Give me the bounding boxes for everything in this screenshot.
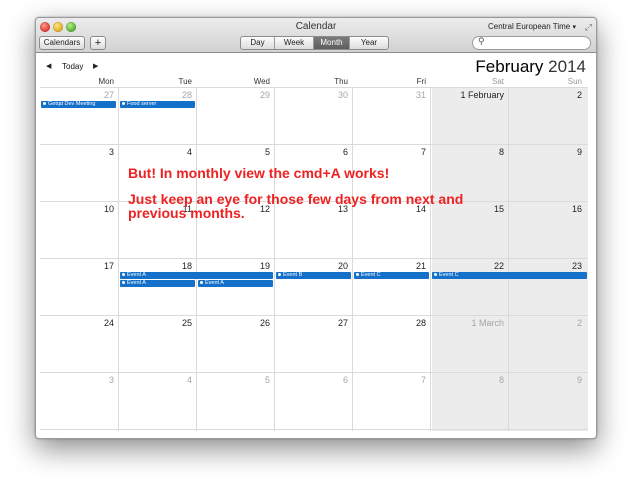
chevron-down-icon: ▾ [572,24,576,31]
event-a-wed[interactable]: Event A [198,280,273,287]
view-switcher: Day Week Month Year [240,36,389,50]
day-number[interactable]: 29 [196,90,270,100]
weekday-header-wed: Wed [253,77,270,86]
weekday-header-thu: Thu [334,77,348,86]
month-navigation: ◀ Today ▶ February 2014 [36,53,596,77]
calendar-window: Calendar Central European Time ▾ ⤢ Calen… [35,17,597,439]
grid-divider [40,315,588,316]
day-number[interactable]: 8 [430,147,504,157]
day-number[interactable]: 4 [118,147,192,157]
event-c-thu[interactable]: Event C [354,272,429,279]
day-number[interactable]: 20 [274,261,348,271]
grid-divider [40,429,588,430]
tab-week[interactable]: Week [275,37,314,49]
event-b[interactable]: Event B [276,272,351,279]
day-number[interactable]: 28 [352,318,426,328]
year-label: 2014 [548,57,586,76]
timezone-label: Central European Time [487,22,571,31]
event-c-weekend[interactable]: Event C [432,272,587,279]
day-number[interactable]: 9 [508,147,582,157]
grid-divider [40,144,588,145]
grid-divider [40,87,588,88]
timezone-selector[interactable]: Central European Time ▾ [488,22,576,31]
day-number[interactable]: 3 [40,375,114,385]
event-a-tue[interactable]: Event A [120,280,195,287]
fullscreen-icon[interactable]: ⤢ [585,22,592,33]
search-field[interactable]: ⚲ [472,36,591,50]
add-calendar-button[interactable]: + [90,36,106,50]
today-button[interactable]: Today [62,62,83,71]
day-number[interactable]: 9 [508,375,582,385]
day-number[interactable]: 27 [274,318,348,328]
grid-divider [40,258,588,259]
month-name: February [475,57,544,76]
day-number[interactable]: 21 [352,261,426,271]
day-number[interactable]: 5 [196,375,270,385]
day-number[interactable]: 24 [40,318,114,328]
day-number[interactable]: 18 [118,261,192,271]
day-number[interactable]: 26 [196,318,270,328]
day-number[interactable]: 2 [508,318,582,328]
day-number[interactable]: 19 [196,261,270,271]
day-number[interactable]: 23 [508,261,582,271]
next-month-button[interactable]: ▶ [93,62,98,70]
event-food-server[interactable]: Food server [120,101,195,108]
month-title: February 2014 [475,57,586,77]
day-number[interactable]: 5 [196,147,270,157]
tab-month[interactable]: Month [314,37,350,49]
titlebar: Calendar Central European Time ▾ ⤢ Calen… [36,18,596,53]
tab-day[interactable]: Day [241,37,275,49]
weekday-header-fri: Fri [416,77,426,86]
previous-month-button[interactable]: ◀ [46,62,51,70]
weekday-header-sat: Sat [491,77,504,86]
day-number[interactable]: 1 February [430,90,504,100]
day-number[interactable]: 1 March [430,318,504,328]
grid-divider [40,372,588,373]
event-a-multiday[interactable]: Event A [120,272,273,279]
day-number[interactable]: 17 [40,261,114,271]
day-number[interactable]: 30 [274,90,348,100]
day-number[interactable]: 10 [40,204,114,214]
day-number[interactable]: 28 [118,90,192,100]
calendars-button[interactable]: Calendars [39,36,85,50]
annotation-line-1: But! In monthly view the cmd+A works! [128,165,390,181]
day-number[interactable]: 6 [274,375,348,385]
day-number[interactable]: 2 [508,90,582,100]
day-number[interactable]: 25 [118,318,192,328]
annotation-line-2: Just keep an eye for those few days from… [128,191,464,221]
day-number[interactable]: 6 [274,147,348,157]
weekday-header-tue: Tue [178,77,193,86]
day-number[interactable]: 7 [352,147,426,157]
day-number[interactable]: 22 [430,261,504,271]
event-getqd-dev-meeting[interactable]: Getqd Dev Meeting [41,101,116,108]
day-number[interactable]: 8 [430,375,504,385]
day-number[interactable]: 27 [40,90,114,100]
day-number[interactable]: 7 [352,375,426,385]
weekday-header-mon: Mon [98,77,114,86]
day-number[interactable]: 3 [40,147,114,157]
weekday-header-sun: Sun [567,77,582,86]
day-number[interactable]: 31 [352,90,426,100]
day-number[interactable]: 16 [508,204,582,214]
day-number[interactable]: 4 [118,375,192,385]
tab-year[interactable]: Year [350,37,388,49]
search-icon: ⚲ [478,36,485,46]
